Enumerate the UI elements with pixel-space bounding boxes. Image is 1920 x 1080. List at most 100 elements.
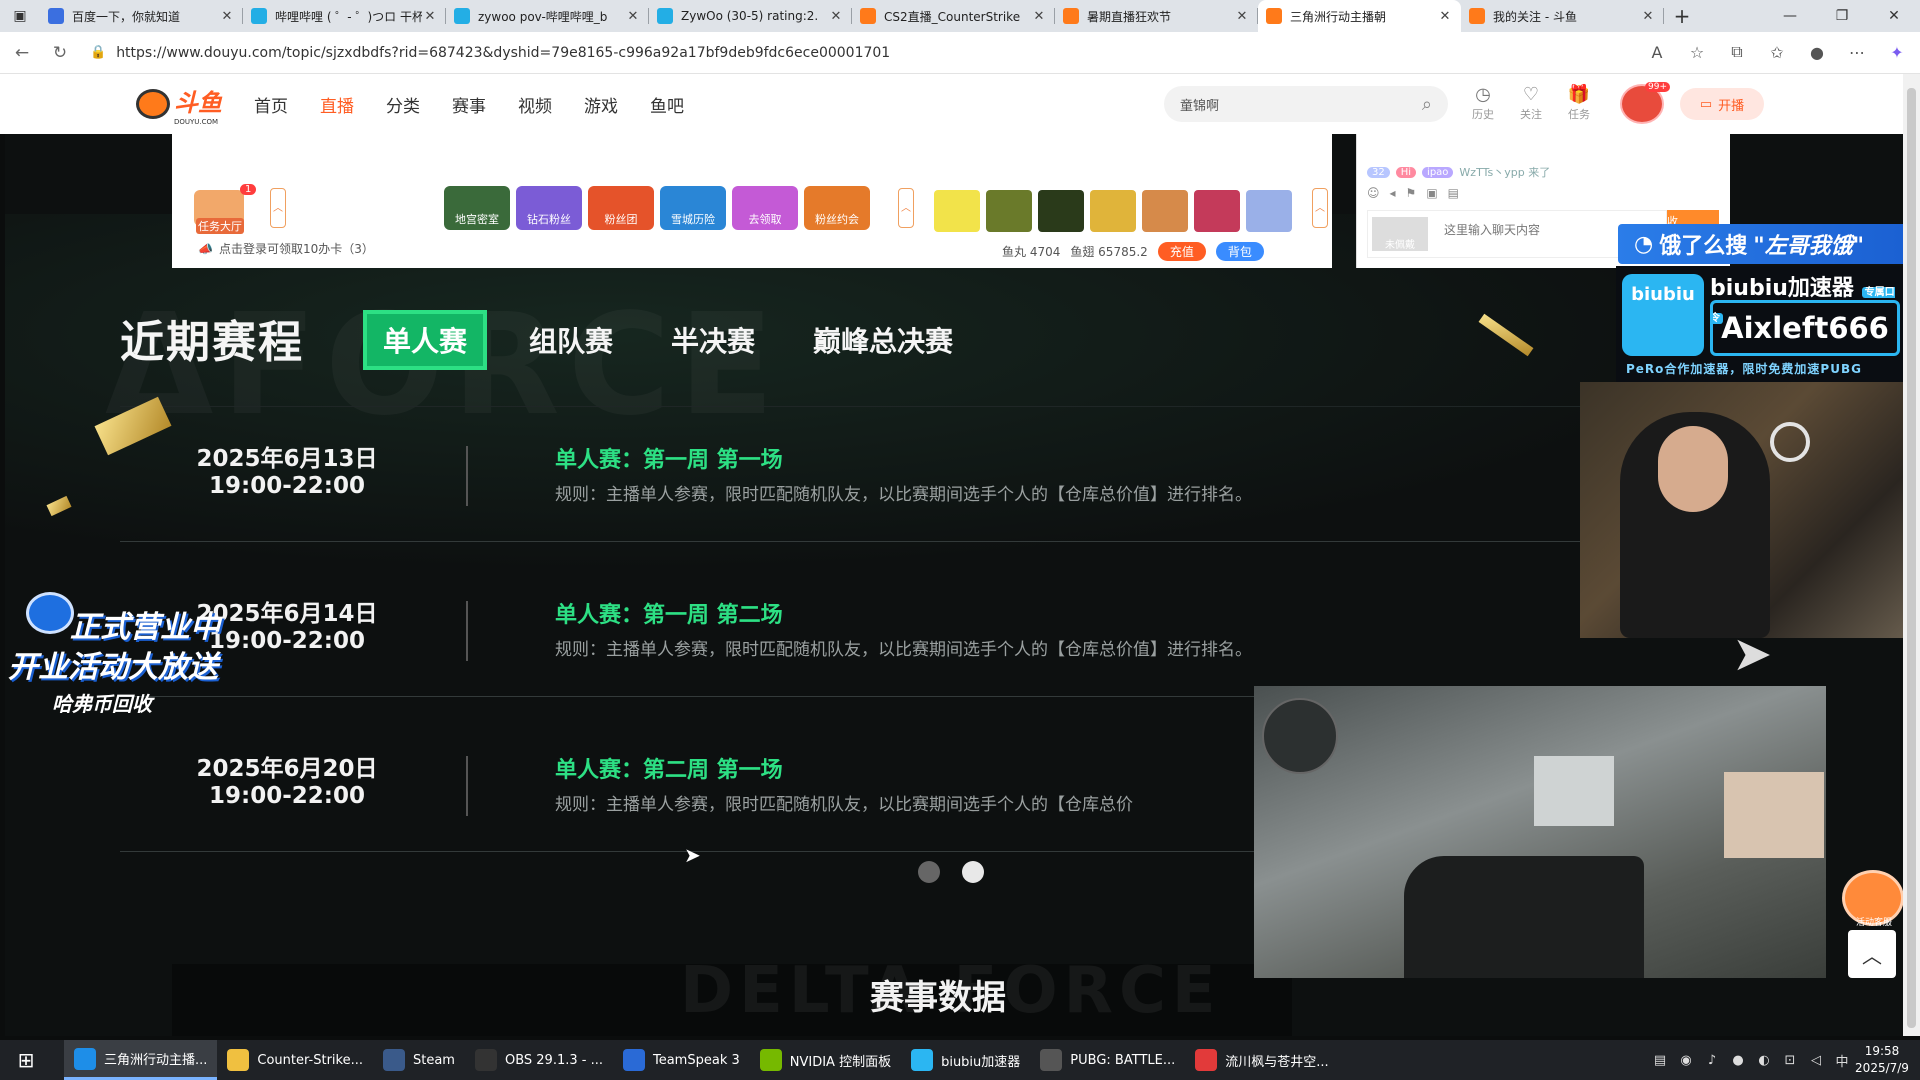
search-box[interactable]: 童锦啊 ⌕: [1164, 86, 1448, 122]
gift-item[interactable]: [1090, 190, 1136, 232]
browser-tab[interactable]: 暑期直播狂欢节 ✕: [1055, 0, 1258, 32]
gift-item[interactable]: [986, 190, 1032, 232]
copilot-icon[interactable]: ✦: [1884, 37, 1910, 67]
activity-item[interactable]: 粉丝约会: [804, 186, 870, 230]
browser-tab[interactable]: 哔哩哔哩 ( ゜- ゜)つロ 干杯 ✕: [243, 0, 446, 32]
activity-toggle-button[interactable]: ︿: [898, 188, 914, 228]
tray-icon[interactable]: ●: [1730, 1053, 1746, 1068]
activity-item[interactable]: 地宫密室: [444, 186, 510, 230]
ime-indicator[interactable]: 中: [1834, 1051, 1850, 1070]
customer-service-button[interactable]: 活动客服: [1842, 870, 1904, 928]
badge-slot[interactable]: 未佩戴: [1372, 217, 1428, 251]
nav-item[interactable]: 鱼吧: [634, 92, 700, 117]
maximize-button[interactable]: ❐: [1816, 0, 1868, 32]
gift-item[interactable]: [1142, 190, 1188, 232]
taskbar-app[interactable]: Steam: [373, 1040, 465, 1080]
taskbar-app[interactable]: 三角洲行动主播...: [64, 1040, 218, 1080]
taskbar-app[interactable]: NVIDIA 控制面板: [750, 1040, 901, 1080]
read-aloud-icon[interactable]: A: [1644, 37, 1670, 67]
search-input[interactable]: 童锦啊: [1180, 95, 1219, 114]
back-to-top-button[interactable]: ︿: [1848, 930, 1896, 978]
scrollbar-thumb[interactable]: [1907, 88, 1916, 1028]
close-tab-icon[interactable]: ✕: [422, 9, 438, 24]
nav-item[interactable]: 直播: [304, 92, 370, 117]
nav-item[interactable]: 分类: [370, 92, 436, 117]
login-promo[interactable]: 📣 点击登录可领取10办卡（3）: [198, 240, 374, 257]
taskbar-app[interactable]: biubiu加速器: [901, 1040, 1030, 1080]
close-tab-icon[interactable]: ✕: [1437, 9, 1453, 24]
schedule-tab[interactable]: 半决赛: [655, 314, 771, 366]
taskbar-app[interactable]: PUBG: BATTLE...: [1030, 1040, 1185, 1080]
header-关注-button[interactable]: ♡ 关注: [1518, 84, 1544, 122]
nav-item[interactable]: 视频: [502, 92, 568, 117]
task-hall-button[interactable]: 1 任务大厅: [194, 184, 258, 234]
nav-item[interactable]: 游戏: [568, 92, 634, 117]
nav-item[interactable]: 赛事: [436, 92, 502, 117]
favorites-icon[interactable]: ✩: [1764, 37, 1790, 67]
page-dot[interactable]: [918, 861, 940, 883]
close-window-button[interactable]: ✕: [1868, 0, 1920, 32]
collapse-button[interactable]: ︿: [270, 188, 286, 228]
close-tab-icon[interactable]: ✕: [219, 9, 235, 24]
taskbar-app[interactable]: OBS 29.1.3 - ...: [465, 1040, 613, 1080]
profile-icon[interactable]: ●: [1804, 37, 1830, 67]
nav-item[interactable]: 首页: [238, 92, 304, 117]
extensions-icon[interactable]: ⧉: [1724, 37, 1750, 67]
volume-icon[interactable]: ◁: [1808, 1053, 1824, 1068]
avatar[interactable]: 99+: [1620, 82, 1670, 124]
gift-item[interactable]: [1246, 190, 1292, 232]
douyu-logo[interactable]: 斗鱼 DOUYU.COM: [136, 83, 222, 126]
more-icon[interactable]: ⋯: [1844, 37, 1870, 67]
page-dot-active[interactable]: [962, 861, 984, 883]
tray-icon[interactable]: ▤: [1652, 1053, 1668, 1068]
backpack-button[interactable]: 背包: [1215, 242, 1264, 261]
tray-icon[interactable]: ◐: [1756, 1053, 1772, 1068]
text-icon[interactable]: ▤: [1448, 186, 1459, 200]
activity-item[interactable]: 去领取: [732, 186, 798, 230]
start-broadcast-button[interactable]: ▭ 开播: [1680, 88, 1764, 120]
refresh-button[interactable]: ↻: [44, 37, 76, 69]
close-tab-icon[interactable]: ✕: [1640, 9, 1656, 24]
browser-tab[interactable]: CS2直播_CounterStrike ✕: [852, 0, 1055, 32]
start-button[interactable]: ⊞: [0, 1040, 52, 1080]
browser-tab[interactable]: ZywOo (30-5) rating:2. ✕: [649, 0, 852, 32]
back-button[interactable]: ←: [6, 37, 38, 69]
tray-icon[interactable]: ◉: [1678, 1053, 1694, 1068]
new-tab-button[interactable]: +: [1664, 4, 1700, 28]
schedule-tab[interactable]: 组队赛: [513, 314, 629, 366]
taskbar-app[interactable]: Counter-Strike...: [217, 1040, 373, 1080]
gift-item[interactable]: [934, 190, 980, 232]
close-tab-icon[interactable]: ✕: [1234, 9, 1250, 24]
activity-item[interactable]: 粉丝团: [588, 186, 654, 230]
color-icon[interactable]: ▣: [1426, 186, 1437, 200]
browser-tab[interactable]: 百度一下，你就知道 ✕: [40, 0, 243, 32]
next-arrow-icon[interactable]: ➤: [1732, 626, 1772, 682]
fans-icon[interactable]: ⚑: [1406, 186, 1417, 200]
search-icon[interactable]: ⌕: [1422, 94, 1432, 115]
schedule-tab[interactable]: 巅峰总决赛: [797, 314, 969, 366]
close-tab-icon[interactable]: ✕: [625, 9, 641, 24]
tab-actions-icon[interactable]: ▣: [0, 0, 40, 32]
close-tab-icon[interactable]: ✕: [1031, 9, 1047, 24]
minimize-button[interactable]: —: [1764, 0, 1816, 32]
taskbar-app[interactable]: TeamSpeak 3: [613, 1040, 750, 1080]
system-clock[interactable]: 19:58 2025/7/9: [1850, 1043, 1914, 1077]
close-tab-icon[interactable]: ✕: [828, 9, 844, 24]
header-任务-button[interactable]: 🎁 任务: [1566, 84, 1592, 122]
activity-item[interactable]: 钻石粉丝: [516, 186, 582, 230]
emoji-icon[interactable]: ☺: [1367, 186, 1380, 200]
page-scrollbar[interactable]: [1903, 74, 1920, 1036]
gift-item[interactable]: [1194, 190, 1240, 232]
gift-item[interactable]: [1038, 190, 1084, 232]
gift-toggle-button[interactable]: ︿: [1312, 188, 1328, 228]
url-field[interactable]: 🔒 https://www.douyu.com/topic/sjzxdbdfs?…: [90, 38, 1650, 68]
browser-tab[interactable]: zywoo pov-哔哩哔哩_b ✕: [446, 0, 649, 32]
header-历史-button[interactable]: ◷ 历史: [1470, 84, 1496, 122]
activity-item[interactable]: 雪城历险: [660, 186, 726, 230]
recharge-button[interactable]: 充值: [1157, 242, 1206, 261]
schedule-tab[interactable]: 单人赛: [363, 310, 488, 370]
broadcast-icon[interactable]: ◂: [1390, 186, 1396, 200]
favorite-star-icon[interactable]: ☆: [1684, 37, 1710, 67]
browser-tab[interactable]: 我的关注 - 斗鱼 ✕: [1461, 0, 1664, 32]
taskbar-app[interactable]: 流川枫与苍井空...: [1185, 1040, 1338, 1080]
